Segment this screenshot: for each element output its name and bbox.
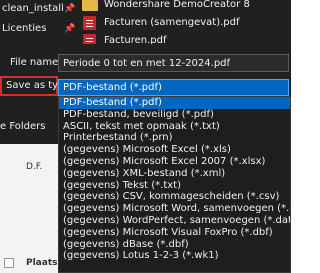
- dropdown-option[interactable]: PDF-bestand (*.pdf): [59, 97, 290, 109]
- save-as-type-label: Save as type:: [0, 76, 74, 96]
- dropdown-option[interactable]: (gegevens) Microsoft Excel 2007 (*.xlsx): [59, 156, 290, 168]
- dropdown-option[interactable]: (gegevens) Tekst (*.txt): [59, 180, 290, 192]
- expand-icon[interactable]: [4, 258, 14, 268]
- nav-item-clean-install[interactable]: clean_install 📌: [0, 0, 75, 18]
- file-name-input[interactable]: Periode 0 tot en met 12-2024.pdf: [58, 54, 289, 72]
- nav-item-label: Licenties: [2, 23, 47, 34]
- nav-item-label: clean_install: [2, 3, 64, 14]
- background-df-label: D.F.: [26, 162, 43, 172]
- save-as-type-select[interactable]: PDF-bestand (*.pdf): [58, 79, 289, 96]
- file-name: Facturen (samengevat).pdf: [104, 17, 240, 28]
- dropdown-option[interactable]: (gegevens) Lotus 1-2-3 (*.wk1): [59, 250, 290, 262]
- dropdown-option[interactable]: (gegevens) Microsoft Excel (*.xls): [59, 144, 290, 156]
- dropdown-option[interactable]: Printerbestand (*.prn): [59, 132, 290, 144]
- pin-icon: 📌: [64, 24, 76, 34]
- file-name: Wondershare DemoCreator 8: [104, 0, 250, 10]
- dropdown-option[interactable]: (gegevens) XML-bestand (*.xml): [59, 168, 290, 180]
- dropdown-option[interactable]: ASCII, tekst met opmaak (*.txt): [59, 121, 290, 133]
- dropdown-option[interactable]: (gegevens) Microsoft Word, samenvoegen (…: [59, 203, 290, 215]
- save-as-type-dropdown[interactable]: PDF-bestand (*.pdf) PDF-bestand, beveili…: [58, 96, 291, 273]
- dropdown-option[interactable]: PDF-bestand, beveiligd (*.pdf): [59, 109, 290, 121]
- folder-icon: [82, 0, 98, 11]
- background-plaats-label: Plaats:: [26, 258, 62, 268]
- dropdown-option[interactable]: (gegevens) dBase (*.dbf): [59, 239, 290, 251]
- pdf-file-icon: [83, 16, 96, 30]
- pin-icon: 📌: [64, 4, 76, 14]
- file-name-label: File name:: [10, 57, 62, 68]
- nav-item-licenties[interactable]: Licenties 📌: [0, 20, 75, 38]
- dropdown-option[interactable]: (gegevens) WordPerfect, samenvoegen (*.d…: [59, 215, 290, 227]
- dropdown-option[interactable]: (gegevens) Microsoft Visual FoxPro (*.db…: [59, 227, 290, 239]
- browse-folders-label[interactable]: e Folders: [0, 121, 45, 132]
- dropdown-option[interactable]: (gegevens) CSV, kommagescheiden (*.csv): [59, 191, 290, 203]
